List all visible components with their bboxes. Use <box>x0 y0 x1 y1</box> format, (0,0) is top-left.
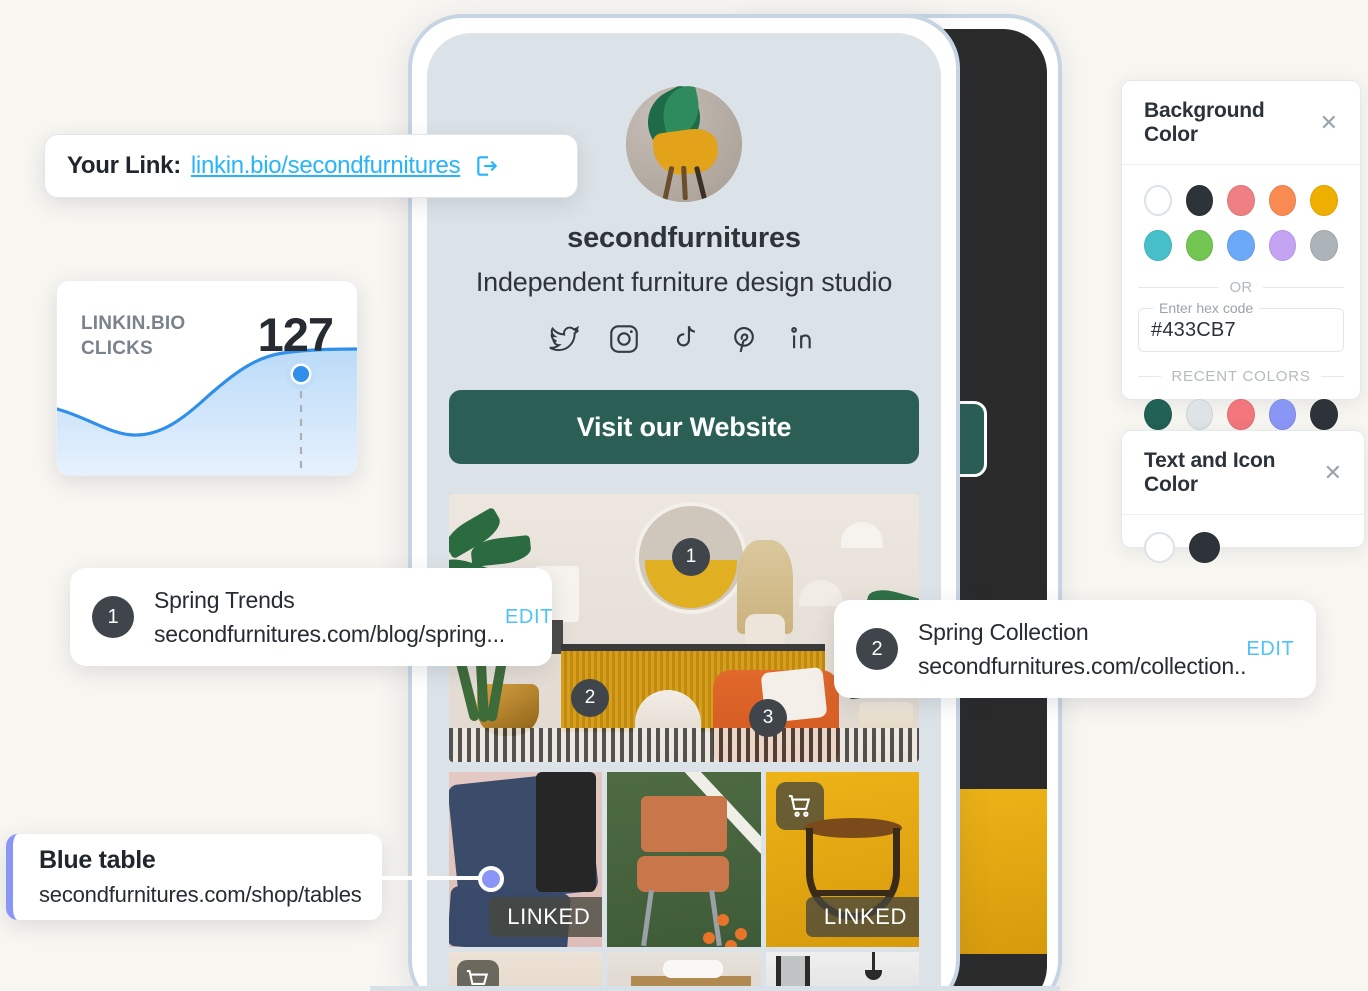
swatch-purple[interactable] <box>1268 230 1297 261</box>
recent-swatch-light-gray[interactable] <box>1185 399 1214 430</box>
your-link-url[interactable]: linkin.bio/secondfurnitures <box>191 152 461 180</box>
swatch-gray[interactable] <box>1310 230 1338 261</box>
close-icon[interactable]: ✕ <box>1324 462 1342 484</box>
or-label: OR <box>1229 279 1253 296</box>
product-tag-connector-line <box>382 876 492 880</box>
background-color-panel-title: Background Color <box>1144 99 1265 146</box>
pinterest-icon[interactable] <box>727 322 761 356</box>
background-color-panel: Background Color ✕ OR Enter hex code #43… <box>1121 80 1361 430</box>
hero-badge-1[interactable]: 1 <box>672 538 710 576</box>
product-tag-title: Blue table <box>39 846 156 874</box>
recent-colors-divider: RECENT COLORS <box>1122 368 1360 385</box>
linked-badge: LINKED <box>489 897 603 937</box>
linked-badge: LINKED <box>805 897 919 937</box>
edit-button[interactable]: EDIT <box>505 606 553 629</box>
swatch-teal[interactable] <box>1144 230 1172 261</box>
link-bubble-title: Spring Trends <box>154 586 295 613</box>
thumbnail-orange-chair[interactable] <box>607 772 761 947</box>
thumbnail-yellow-stool[interactable]: LINKED <box>765 772 919 947</box>
thumbnail-grid: LINKED LINKED <box>449 772 919 947</box>
tiktok-icon[interactable] <box>667 322 701 356</box>
profile-bio: Independent furniture design studio <box>475 267 893 297</box>
link-bubble-url: secondfurnitures.com/collection.. <box>918 652 1247 679</box>
hex-code-value[interactable]: #433CB7 <box>1151 319 1236 342</box>
link-bubble-number: 1 <box>92 596 134 638</box>
recent-swatch-dark[interactable] <box>1310 399 1338 430</box>
recent-swatch-dark-green[interactable] <box>1144 399 1172 430</box>
twitter-icon[interactable] <box>547 322 581 356</box>
background-swatch-row-2 <box>1122 230 1360 261</box>
swatch-blue[interactable] <box>1227 230 1255 261</box>
profile-name: secondfurnitures <box>567 222 801 254</box>
background-color-panel-header: Background Color ✕ <box>1122 81 1360 165</box>
your-link-card[interactable]: Your Link: linkin.bio/secondfurnitures <box>44 134 578 198</box>
or-divider: OR <box>1122 279 1360 296</box>
recent-swatch-salmon[interactable] <box>1227 399 1255 430</box>
text-icon-color-panel-title: Text and Icon Color <box>1144 449 1276 496</box>
swatch-salmon[interactable] <box>1227 185 1255 216</box>
thumbnail-blue-table[interactable]: LINKED <box>449 772 603 947</box>
close-icon[interactable]: ✕ <box>1320 112 1338 134</box>
hex-code-label: Enter hex code <box>1153 300 1260 316</box>
recent-colors-label: RECENT COLORS <box>1171 368 1311 385</box>
swatch-amber[interactable] <box>1310 185 1338 216</box>
swatch-dark[interactable] <box>1185 185 1214 216</box>
linkin-bio-clicks-card: LINKIN.BIO CLICKS 127 <box>56 280 358 476</box>
text-icon-color-panel: Text and Icon Color ✕ <box>1121 430 1365 563</box>
hero-badge-2[interactable]: 2 <box>571 679 609 717</box>
social-links <box>427 322 941 356</box>
recent-swatch-periwinkle[interactable] <box>1268 399 1297 430</box>
edit-button[interactable]: EDIT <box>1246 638 1294 661</box>
product-tag-connector-dot[interactable] <box>478 866 504 892</box>
instagram-icon[interactable] <box>607 322 641 356</box>
swatch-dark[interactable] <box>1189 532 1220 563</box>
swatch-white[interactable] <box>1144 185 1172 216</box>
product-tag-url: secondfurnitures.com/shop/tables <box>39 882 362 907</box>
link-bubble-spring-collection[interactable]: 2 Spring Collection secondfurnitures.com… <box>834 600 1316 698</box>
swatch-white[interactable] <box>1144 532 1175 563</box>
your-link-label: Your Link: <box>67 152 181 179</box>
hero-badge-3[interactable]: 3 <box>749 699 787 737</box>
product-tag-blue-table[interactable]: Blue table secondfurnitures.com/shop/tab… <box>6 834 382 920</box>
link-bubble-title: Spring Collection <box>918 618 1089 645</box>
phone-bottom-strip <box>370 986 1060 991</box>
hex-code-field[interactable]: Enter hex code #433CB7 <box>1138 300 1344 352</box>
screenshot-root: udio secondfurnitures Independent furnit… <box>0 0 1368 991</box>
text-icon-color-panel-header: Text and Icon Color ✕ <box>1122 431 1364 515</box>
clicks-card-value: 127 <box>257 308 334 361</box>
clicks-card-label: LINKIN.BIO CLICKS <box>81 313 186 359</box>
recent-colors-row <box>1122 399 1360 430</box>
link-bubble-url: secondfurnitures.com/blog/spring... <box>154 620 505 647</box>
swatch-orange[interactable] <box>1268 185 1297 216</box>
link-bubble-spring-trends[interactable]: 1 Spring Trends secondfurnitures.com/blo… <box>70 568 552 666</box>
avatar <box>626 86 742 202</box>
external-link-icon[interactable] <box>474 153 500 179</box>
text-icon-swatch-row <box>1122 532 1364 563</box>
swatch-green[interactable] <box>1185 230 1214 261</box>
linkedin-icon[interactable] <box>787 322 821 356</box>
visit-website-button[interactable]: Visit our Website <box>449 390 919 464</box>
link-bubble-number: 2 <box>856 628 898 670</box>
background-swatch-row-1 <box>1122 185 1360 216</box>
